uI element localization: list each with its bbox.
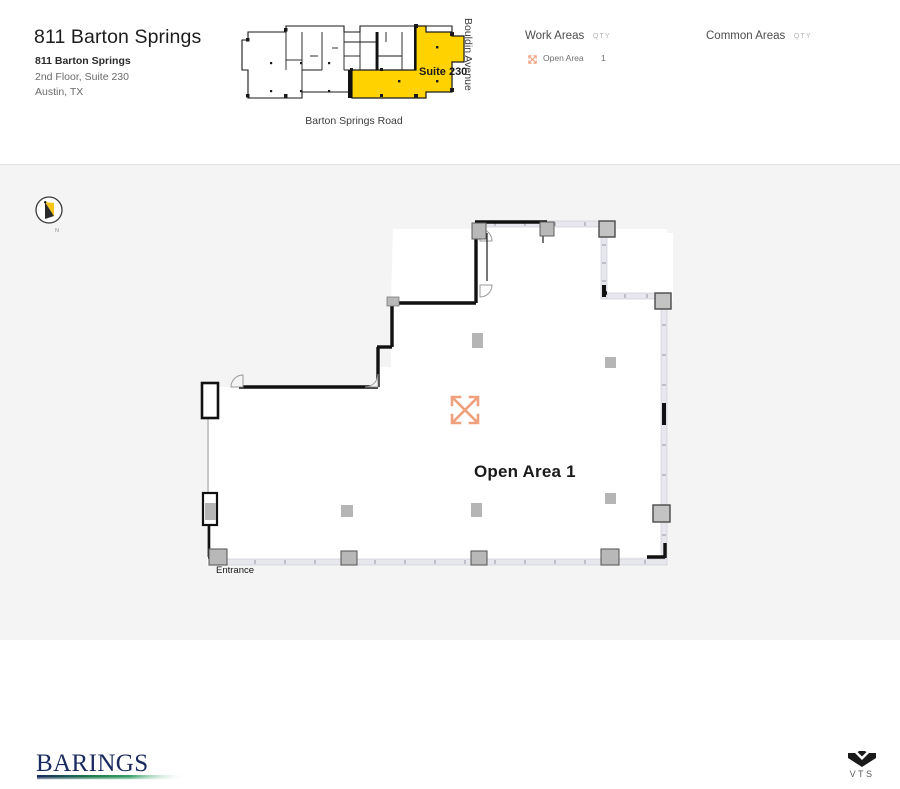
vts-logo: VTS (840, 751, 884, 785)
common-areas-qty-header: QTY (794, 33, 812, 40)
barings-wordmark: BARINGS (36, 750, 149, 777)
common-areas-title: Common Areas (706, 30, 786, 42)
keyplan-suite-label: Suite 230 (419, 66, 467, 78)
suite-floorplan[interactable] (195, 205, 695, 595)
work-areas-title: Work Areas (525, 30, 585, 42)
open-area-icon (527, 54, 538, 65)
legend-open-area-label: Open Area (543, 53, 584, 63)
page-title: 811 Barton Springs (34, 26, 202, 48)
north-arrow-icon[interactable]: N (34, 195, 68, 235)
address-block: 811 Barton Springs 2nd Floor, Suite 230 … (35, 54, 131, 101)
barings-logo: BARINGS (36, 750, 196, 784)
address-city-state: Austin, TX (35, 86, 84, 98)
address-floor-suite: 2nd Floor, Suite 230 (35, 70, 129, 83)
key-plan-thumbnail[interactable]: Suite 230 (240, 18, 480, 110)
legend-open-area-qty: 1 (601, 53, 606, 63)
legend-row-open-area[interactable]: Open Area 1 (525, 53, 655, 67)
header-bar: 811 Barton Springs 811 Barton Springs 2n… (0, 0, 900, 165)
address-building-name: 811 Barton Springs (35, 55, 131, 67)
floorplan-canvas[interactable]: N Entrance Open Area 1 BARINGS VTS (0, 165, 900, 780)
vts-wordmark: VTS (849, 769, 875, 779)
entrance-label: Entrance (216, 565, 255, 576)
keyplan-street-bottom: Barton Springs Road (305, 115, 403, 127)
keyplan-street-right: Bouldin Avenue (462, 18, 474, 91)
compass-letter: N (55, 228, 59, 234)
work-areas-qty-header: QTY (593, 33, 611, 40)
entrance-door (200, 381, 220, 420)
